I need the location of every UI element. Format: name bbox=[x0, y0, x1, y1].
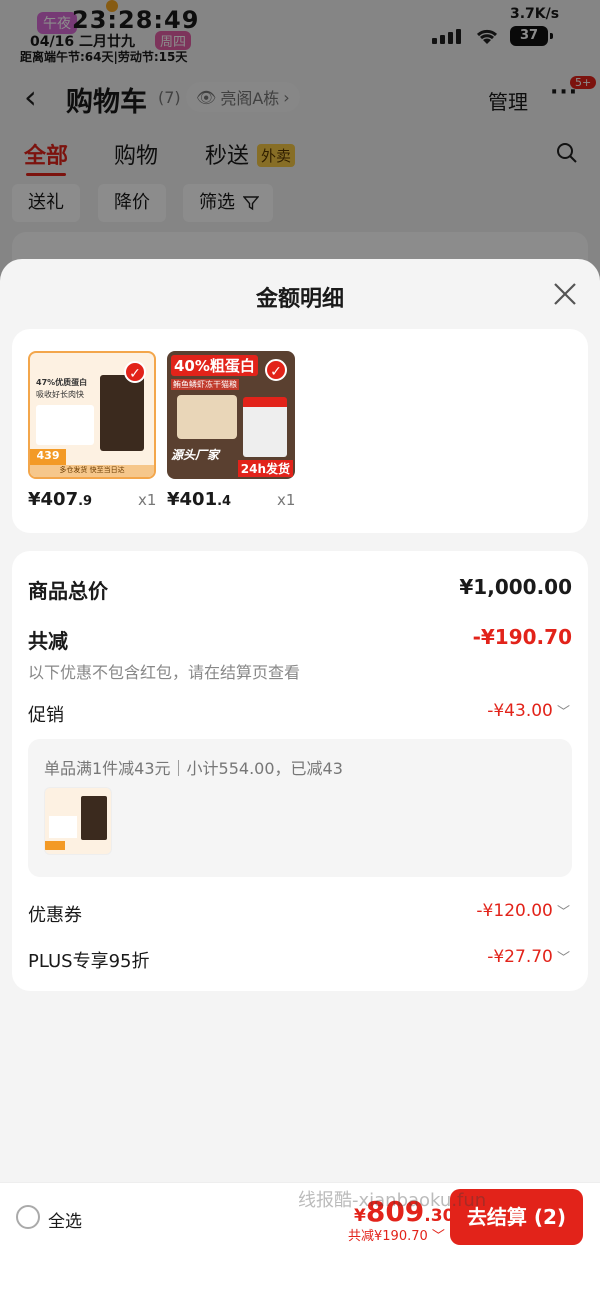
summary-row-reduce: 共减 -¥190.70 bbox=[28, 625, 572, 655]
reduce-value: -¥190.70 bbox=[472, 625, 572, 649]
price-int: ¥407 bbox=[28, 489, 79, 510]
select-all-radio[interactable] bbox=[16, 1205, 40, 1229]
total-reduce-toggle[interactable]: 共减¥190.70 ﹀ bbox=[348, 1225, 445, 1244]
promo-row[interactable]: 促销 -¥43.00 ﹀ bbox=[28, 701, 572, 729]
promo-detail-box: 单品满1件减43元｜小计554.00，已减43 bbox=[28, 739, 572, 877]
plus-value: -¥27.70 bbox=[487, 947, 553, 967]
image-price-tag: 24h发货 bbox=[237, 460, 293, 477]
chevron-down-icon: ﹀ bbox=[552, 705, 570, 720]
image-footer: 源头厂家 bbox=[171, 448, 220, 462]
coupon-value: -¥120.00 bbox=[476, 901, 553, 921]
sheet-title: 金额明细 bbox=[255, 287, 344, 312]
image-subcaption: 吸收好长肉快 bbox=[36, 390, 84, 399]
image-subcaption: 鲔鱼鳞虾冻干猫粮 bbox=[171, 379, 239, 390]
promo-value: -¥43.00 bbox=[487, 701, 553, 721]
total-value: ¥1,000.00 bbox=[459, 575, 572, 599]
coupon-label: 优惠券 bbox=[28, 905, 82, 926]
image-caption: 47%优质蛋白 bbox=[36, 378, 88, 387]
price-int: ¥401 bbox=[167, 489, 218, 510]
amount-detail-sheet: 金额明细 47%优质蛋白 吸收好长肉快 439 多仓发货 快至当日达 ✓ ¥40… bbox=[0, 259, 600, 1298]
price-summary: 商品总价 ¥1,000.00 共减 -¥190.70 以下优惠不包含红包，请在结… bbox=[12, 551, 588, 991]
reduce-note-row: 以下优惠不包含红包，请在结算页查看 bbox=[28, 659, 572, 682]
image-footer: 多仓发货 快至当日达 bbox=[30, 465, 154, 477]
chevron-down-icon: ﹀ bbox=[427, 1229, 445, 1244]
product-image: 40%粗蛋白 鲔鱼鳞虾冻干猫粮 源头厂家 24h发货 ✓ bbox=[167, 351, 295, 479]
coupon-value-group: -¥120.00 ﹀ bbox=[476, 901, 570, 921]
selected-check-icon[interactable]: ✓ bbox=[124, 361, 146, 383]
promo-value-group: -¥43.00 ﹀ bbox=[487, 701, 570, 721]
price-dec: .9 bbox=[78, 494, 93, 509]
plus-value-group: -¥27.70 ﹀ bbox=[487, 947, 570, 967]
product-image: 47%优质蛋白 吸收好长肉快 439 多仓发货 快至当日达 ✓ bbox=[28, 351, 156, 479]
product-price: ¥407.9 bbox=[28, 489, 92, 510]
coupon-row[interactable]: 优惠券 -¥120.00 ﹀ bbox=[28, 901, 572, 929]
price-dec: .4 bbox=[217, 494, 232, 509]
promo-detail: 单品满1件减43元｜小计554.00，已减43 bbox=[44, 759, 343, 778]
chevron-down-icon: ﹀ bbox=[552, 951, 570, 966]
promo-label: 促销 bbox=[28, 705, 64, 726]
select-all-label[interactable]: 全选 bbox=[48, 1207, 82, 1232]
product-price: ¥401.4 bbox=[167, 489, 231, 510]
watermark: 线报酷-xianbaoku.fun bbox=[298, 1190, 487, 1211]
selected-check-icon[interactable]: ✓ bbox=[265, 359, 287, 381]
image-price-tag: 439 bbox=[30, 449, 66, 465]
close-icon[interactable] bbox=[552, 281, 578, 307]
plus-label: PLUS专享95折 bbox=[28, 951, 150, 972]
promo-product-thumb bbox=[44, 787, 112, 855]
plus-row[interactable]: PLUS专享95折 -¥27.70 ﹀ bbox=[28, 947, 572, 975]
image-caption: 40%粗蛋白 bbox=[171, 355, 258, 376]
total-reduce: 共减¥190.70 bbox=[348, 1229, 428, 1244]
reduce-label: 共减 bbox=[28, 629, 68, 653]
product-list: 47%优质蛋白 吸收好长肉快 439 多仓发货 快至当日达 ✓ ¥407.9 x… bbox=[12, 329, 588, 533]
summary-row-total: 商品总价 ¥1,000.00 bbox=[28, 575, 572, 605]
product-qty: x1 bbox=[277, 491, 296, 509]
total-label: 商品总价 bbox=[28, 579, 108, 603]
reduce-note: 以下优惠不包含红包，请在结算页查看 bbox=[28, 663, 301, 682]
chevron-down-icon: ﹀ bbox=[552, 905, 570, 920]
product-qty: x1 bbox=[138, 491, 157, 509]
